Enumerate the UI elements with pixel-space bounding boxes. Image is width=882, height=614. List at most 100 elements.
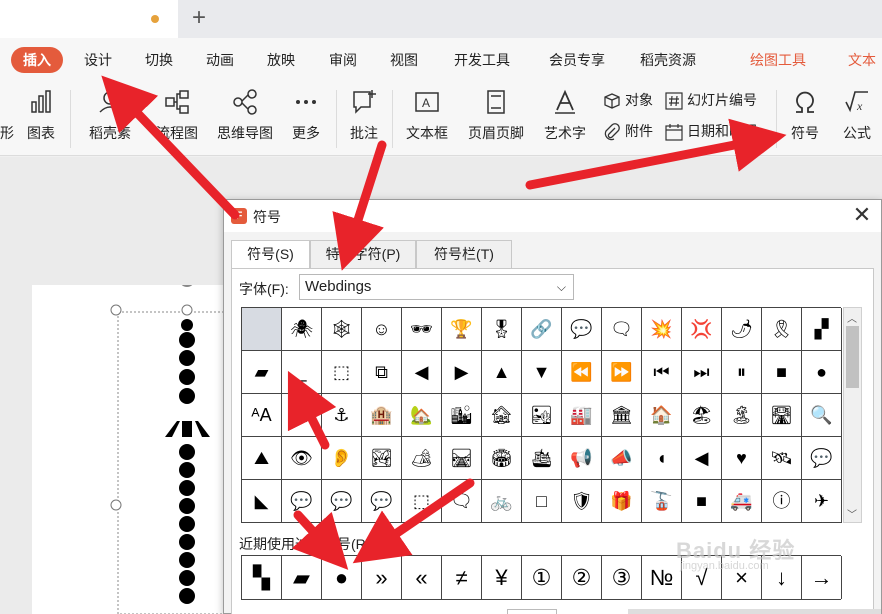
symbol-cell[interactable]: ▼: [522, 351, 562, 394]
symbol-cell[interactable]: ⏩: [602, 351, 642, 394]
symbol-cell[interactable]: 🚑: [722, 480, 762, 523]
symbol-cell[interactable]: 🏕: [402, 437, 442, 480]
symbol-cell[interactable]: 💬: [562, 308, 602, 351]
symbol-cell[interactable]: 🛡: [562, 480, 602, 523]
symbol-cell[interactable]: 💬: [322, 480, 362, 523]
symbol-cell[interactable]: ⏪: [562, 351, 602, 394]
symbol-button[interactable]: 符号: [782, 82, 828, 156]
symbol-cell[interactable]: ⏭: [682, 351, 722, 394]
bottom-input[interactable]: [507, 609, 557, 614]
attachment-button[interactable]: 附件: [603, 121, 653, 145]
symbol-cell[interactable]: 🏠: [642, 394, 682, 437]
symbol-cell[interactable]: ♥: [722, 437, 762, 480]
symbol-cell[interactable]: ⧉: [362, 351, 402, 394]
grid-scrollbar[interactable]: ︿ ﹀: [843, 307, 862, 523]
recent-symbol-cell[interactable]: ▰: [282, 556, 322, 599]
symbol-cell[interactable]: 🏜: [522, 394, 562, 437]
symbol-cell[interactable]: ◖: [642, 437, 682, 480]
symbol-cell[interactable]: 👁: [282, 437, 322, 480]
symbol-cell[interactable]: 🏝: [722, 394, 762, 437]
symbol-cell[interactable]: 🏛: [602, 394, 642, 437]
symbol-cell[interactable]: 📣: [602, 437, 642, 480]
symbol-cell[interactable]: 🌶: [722, 308, 762, 351]
symbol-cell[interactable]: 🔍: [802, 394, 842, 437]
recent-symbol-cell[interactable]: ③: [602, 556, 642, 599]
menu-developer[interactable]: 开发工具: [454, 50, 510, 70]
symbol-cell[interactable]: 🏚: [482, 394, 522, 437]
dialog-titlebar[interactable]: F 符号 ✕: [224, 200, 881, 232]
recent-symbol-cell[interactable]: ▚: [242, 556, 282, 599]
menu-member[interactable]: 会员专享: [549, 50, 605, 70]
symbol-cell[interactable]: 🕷: [282, 308, 322, 351]
symbol-cell[interactable]: ⚓: [322, 394, 362, 437]
menu-daoke[interactable]: 稻壳资源: [640, 50, 696, 70]
recent-symbol-cell[interactable]: «: [402, 556, 442, 599]
symbol-cell[interactable]: _: [282, 351, 322, 394]
scroll-thumb[interactable]: [846, 326, 859, 388]
recent-symbol-cell[interactable]: ①: [522, 556, 562, 599]
recent-symbol-cell[interactable]: ¥: [482, 556, 522, 599]
symbol-cell[interactable]: 💬: [362, 480, 402, 523]
symbol-cell[interactable]: 🎖: [482, 308, 522, 351]
symbol-cell[interactable]: ▲: [482, 351, 522, 394]
symbol-cell[interactable]: ■: [762, 351, 802, 394]
slide-thumbnail[interactable]: [32, 271, 244, 614]
symbol-cell[interactable]: 🗨: [442, 480, 482, 523]
symbol-cell[interactable]: 🏨: [362, 394, 402, 437]
recent-symbol-cell[interactable]: ●: [322, 556, 362, 599]
symbol-cell[interactable]: ◀: [682, 437, 722, 480]
menu-text[interactable]: 文本: [848, 50, 876, 70]
symbol-cell[interactable]: 🕸: [322, 308, 362, 351]
tab-symbol[interactable]: 符号(S): [231, 240, 310, 269]
mindmap-button[interactable]: 思维导图: [212, 82, 278, 156]
shape-button[interactable]: 形: [0, 82, 14, 156]
menu-design[interactable]: 设计: [84, 50, 112, 70]
symbol-cell[interactable]: 👂: [322, 437, 362, 480]
symbol-cell[interactable]: ⏸: [722, 351, 762, 394]
tab-symbol-bar[interactable]: 符号栏(T): [416, 240, 512, 268]
symbol-cell[interactable]: 🏟: [482, 437, 522, 480]
symbol-cell[interactable]: 💥: [642, 308, 682, 351]
symbol-cell[interactable]: 🏖: [682, 394, 722, 437]
recent-symbol-cell[interactable]: »: [362, 556, 402, 599]
symbol-cell[interactable]: ▶: [442, 351, 482, 394]
comment-button[interactable]: 批注: [342, 82, 386, 156]
new-tab-button[interactable]: +: [186, 2, 212, 34]
symbol-cell[interactable]: ◣: [242, 480, 282, 523]
more-button[interactable]: 更多: [284, 82, 328, 156]
document-tab[interactable]: [0, 0, 178, 38]
symbol-cell[interactable]: ⬚: [402, 480, 442, 523]
symbol-cell[interactable]: ▞: [802, 308, 842, 351]
symbol-cell[interactable]: ⛰: [242, 437, 282, 480]
symbol-cell[interactable]: 💬: [802, 437, 842, 480]
formula-button[interactable]: x 公式: [834, 82, 880, 156]
tab-special-characters[interactable]: 特殊字符(P): [310, 240, 416, 268]
bottom-button[interactable]: [628, 609, 881, 614]
symbol-cell[interactable]: □: [522, 480, 562, 523]
recent-symbol-cell[interactable]: →: [802, 556, 842, 599]
menu-review[interactable]: 审阅: [329, 50, 357, 70]
symbol-cell[interactable]: 🏭: [562, 394, 602, 437]
textbox-button[interactable]: A 文本框: [398, 82, 456, 156]
symbol-cell[interactable]: 🏙: [442, 394, 482, 437]
chart-button[interactable]: 图表: [18, 82, 64, 156]
menu-view[interactable]: 视图: [390, 50, 418, 70]
header-footer-button[interactable]: 页眉页脚: [464, 82, 528, 156]
symbol-cell[interactable]: ⏮: [642, 351, 682, 394]
symbol-cell[interactable]: 📢: [562, 437, 602, 480]
symbol-cell[interactable]: 🗨: [282, 394, 322, 437]
symbol-cell[interactable]: 🛳: [522, 437, 562, 480]
symbol-cell[interactable]: ᴬA: [242, 394, 282, 437]
symbol-cell[interactable]: 💬: [282, 480, 322, 523]
symbol-cell[interactable]: 🏆: [442, 308, 482, 351]
symbol-cell[interactable]: ☺: [362, 308, 402, 351]
symbol-cell[interactable]: 🔗: [522, 308, 562, 351]
recent-symbol-cell[interactable]: ②: [562, 556, 602, 599]
datetime-button[interactable]: 日期和时间: [665, 121, 757, 145]
menu-slideshow[interactable]: 放映: [267, 50, 295, 70]
symbol-cell[interactable]: 🚡: [642, 480, 682, 523]
symbol-cell[interactable]: 🎁: [602, 480, 642, 523]
close-button[interactable]: ✕: [851, 204, 873, 226]
symbol-cell[interactable]: ✈: [802, 480, 842, 523]
symbol-cell[interactable]: ▰: [242, 351, 282, 394]
